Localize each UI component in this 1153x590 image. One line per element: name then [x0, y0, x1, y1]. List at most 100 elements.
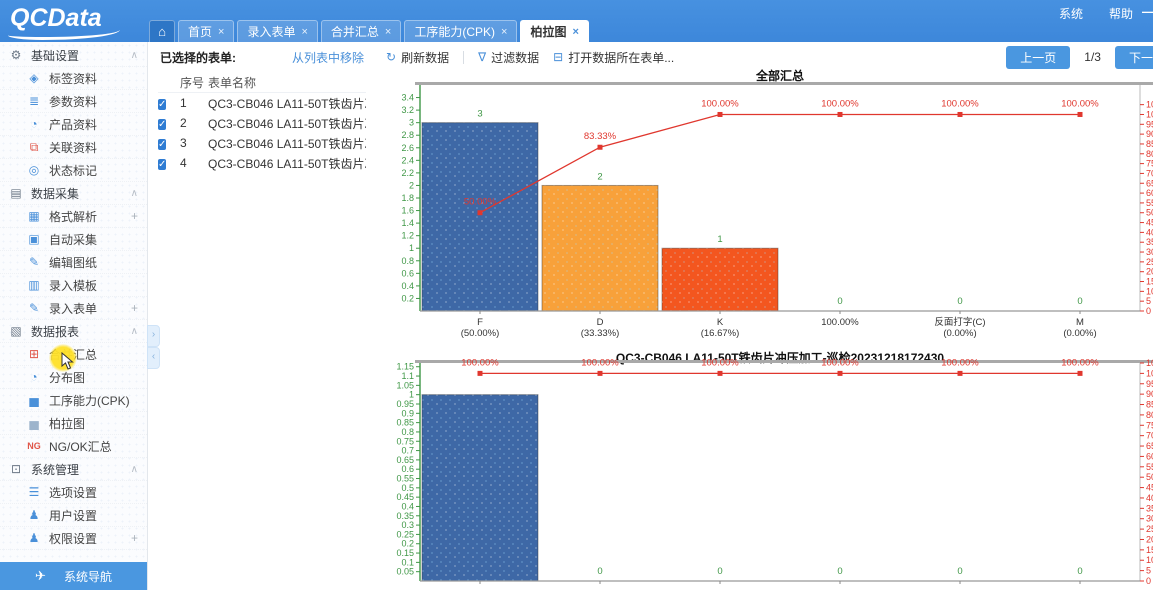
- bar-value-label: 0: [837, 296, 842, 307]
- sliders-icon: ≣: [26, 94, 42, 108]
- tab-close-icon[interactable]: ×: [501, 26, 507, 38]
- format-icon: ▦: [26, 209, 42, 223]
- bar-value-label: 0: [717, 566, 722, 577]
- section-icon collect-icon: ▤: [8, 186, 24, 200]
- sidebar-item-标签资料[interactable]: ◈标签资料: [0, 67, 147, 90]
- tab-录入表单[interactable]: 录入表单 ×: [237, 20, 317, 42]
- tab-工序能力(CPK)[interactable]: 工序能力(CPK)×: [404, 20, 517, 42]
- category-label: 100.00%: [821, 317, 859, 328]
- tab-close-icon[interactable]: ×: [301, 26, 307, 38]
- svg-text:0.25: 0.25: [396, 529, 414, 539]
- svg-text:40: 40: [1146, 493, 1153, 503]
- sidebar-item-状态标记[interactable]: ◎状态标记: [0, 159, 147, 182]
- system-nav-button[interactable]: ✈ 系统导航: [0, 562, 147, 590]
- expand-plus-icon[interactable]: +: [131, 209, 138, 223]
- row-form-name: QC3-CB046 LA11-50T铁齿片冲压加工-巡检2...: [208, 95, 366, 112]
- tab-close-icon[interactable]: ×: [385, 26, 391, 38]
- svg-text:20: 20: [1146, 534, 1153, 544]
- chart-svg: 全部汇总0.20.40.60.811.21.41.61.822.22.42.62…: [372, 66, 1153, 350]
- sidebar-item-录入表单[interactable]: ✎录入表单+: [0, 297, 147, 320]
- sidebar-item-编辑图纸[interactable]: ✎编辑图纸: [0, 251, 147, 274]
- sidebar-section-基础设置[interactable]: ⚙基础设置∧: [0, 44, 147, 67]
- sidebar-item-录入模板[interactable]: ▥录入模板: [0, 274, 147, 297]
- row-checkbox[interactable]: ✓: [158, 119, 166, 130]
- pareto-chart-0: 全部汇总0.20.40.60.811.21.41.61.822.22.42.62…: [372, 66, 1153, 350]
- chevron-up-icon: ∧: [131, 188, 138, 199]
- row-checkbox[interactable]: ✓: [158, 99, 166, 110]
- sidebar-item-选项设置[interactable]: ☰选项设置: [0, 481, 147, 504]
- line-percent-label: 100.00%: [941, 98, 979, 109]
- line-marker: [598, 371, 603, 376]
- svg-text:1.8: 1.8: [401, 193, 414, 203]
- top-header: QCData 系统帮助 — ⌂首页×录入表单×合并汇总×工序能力(CPK)×柏拉…: [0, 0, 1153, 42]
- remove-from-list-link[interactable]: 从列表中移除: [292, 49, 364, 66]
- collapse-left-handle[interactable]: ‹: [147, 347, 160, 369]
- svg-text:35: 35: [1146, 237, 1153, 247]
- sidebar-item-NG/OK汇总[interactable]: NGNG/OK汇总: [0, 435, 147, 458]
- sidebar-item-产品资料[interactable]: ◔产品资料: [0, 113, 147, 136]
- sidebar-section-数据报表[interactable]: ▧数据报表∧: [0, 320, 147, 343]
- send-icon: ✈: [35, 568, 46, 584]
- header-menu-item-1[interactable]: 帮助: [1109, 7, 1133, 21]
- filter-data-button[interactable]: ∇ 过滤数据: [478, 49, 539, 66]
- row-checkbox[interactable]: ✓: [158, 139, 166, 150]
- tab-home[interactable]: ⌂: [149, 20, 175, 42]
- svg-text:1.15: 1.15: [396, 362, 414, 372]
- sidebar-item-自动采集[interactable]: ▣自动采集: [0, 228, 147, 251]
- sidebar-section-系统管理[interactable]: ⊡系统管理∧: [0, 458, 147, 481]
- ngok-icon: NG: [26, 441, 42, 451]
- svg-text:(16.67%): (16.67%): [701, 328, 740, 339]
- sidebar-item-权限设置[interactable]: ♟权限设置+: [0, 527, 147, 550]
- tab-首页[interactable]: 首页×: [178, 20, 234, 42]
- tag-icon: ◈: [26, 71, 42, 85]
- sidebar-item-label: 录入表单: [49, 300, 97, 317]
- svg-text:90: 90: [1146, 389, 1153, 399]
- tab-合并汇总[interactable]: 合并汇总×: [321, 20, 401, 42]
- chart-panel: ↻ 刷新数据 ∇ 过滤数据 ⊟ 打开数据所在表单... 上一页 1/3 下一页 …: [372, 42, 1153, 590]
- template-icon: ▥: [26, 278, 42, 292]
- tab-bar: ⌂首页×录入表单×合并汇总×工序能力(CPK)×柏拉图×: [149, 20, 592, 42]
- sidebar-section-数据采集[interactable]: ▤数据采集∧: [0, 182, 147, 205]
- bars-group: [422, 395, 538, 581]
- sidebar-item-参数资料[interactable]: ≣参数资料: [0, 90, 147, 113]
- tab-close-icon[interactable]: ×: [218, 26, 224, 38]
- pareto-icon: ▅: [26, 416, 42, 430]
- sidebar-item-分布图[interactable]: ◔分布图: [0, 366, 147, 389]
- header-menu-item-0[interactable]: 系统: [1059, 7, 1083, 21]
- expand-plus-icon[interactable]: +: [131, 301, 138, 315]
- line-percent-label: 100.00%: [941, 357, 979, 368]
- collapse-right-handle[interactable]: ›: [147, 325, 160, 347]
- minimize-icon[interactable]: —: [1142, 4, 1153, 19]
- tab-label: 录入表单: [247, 23, 295, 40]
- svg-text:0: 0: [1146, 576, 1151, 586]
- row-checkbox[interactable]: ✓: [158, 159, 166, 170]
- sidebar-item-工序能力(CPK)[interactable]: ▅工序能力(CPK): [0, 389, 147, 412]
- bar-value-label: 0: [1077, 566, 1082, 577]
- open-source-form-button[interactable]: ⊟ 打开数据所在表单...: [553, 49, 674, 66]
- expand-plus-icon[interactable]: +: [131, 531, 138, 545]
- svg-text:70: 70: [1146, 431, 1153, 441]
- tab-柏拉图[interactable]: 柏拉图×: [520, 20, 588, 42]
- sidebar-item-label: 分布图: [49, 369, 85, 386]
- tab-close-icon[interactable]: ×: [572, 26, 578, 38]
- sidebar-item-关联资料[interactable]: ⧉关联资料: [0, 136, 147, 159]
- sidebar-item-柏拉图[interactable]: ▅柏拉图: [0, 412, 147, 435]
- bar-value-label: 3: [477, 109, 482, 120]
- sidebar-item-合并汇总[interactable]: ⊞合并汇总: [0, 343, 147, 366]
- svg-text:0.5: 0.5: [401, 483, 414, 493]
- bar-value-label: 0: [597, 566, 602, 577]
- cpk-icon: ▅: [26, 393, 42, 407]
- table-row[interactable]: ✓2QC3-CB046 LA11-50T铁齿片冲压加工-巡检2...: [158, 113, 366, 133]
- table-row[interactable]: ✓4QC3-CB046 LA11-50T铁齿片冲压加工-巡检2...: [158, 153, 366, 173]
- refresh-data-button[interactable]: ↻ 刷新数据: [386, 49, 449, 66]
- filter-label: 过滤数据: [491, 49, 539, 66]
- svg-text:1.6: 1.6: [401, 206, 414, 216]
- svg-text:1.2: 1.2: [401, 231, 414, 241]
- svg-text:85: 85: [1146, 139, 1153, 149]
- table-row[interactable]: ✓3QC3-CB046 LA11-50T铁齿片冲压加工-巡检2...: [158, 133, 366, 153]
- sidebar-item-用户设置[interactable]: ♟用户设置: [0, 504, 147, 527]
- filter-icon: ∇: [478, 50, 486, 64]
- table-row[interactable]: ✓1QC3-CB046 LA11-50T铁齿片冲压加工-巡检2...: [158, 93, 366, 113]
- svg-text:80: 80: [1146, 410, 1153, 420]
- sidebar-item-格式解析[interactable]: ▦格式解析+: [0, 205, 147, 228]
